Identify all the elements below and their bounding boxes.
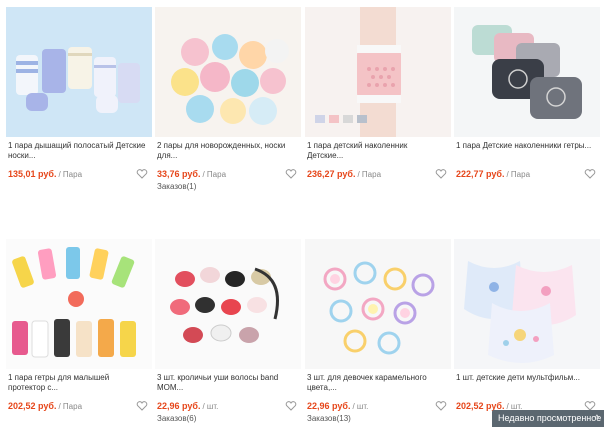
price-value: 236,27 руб. — [307, 169, 356, 179]
product-title[interactable]: 3 шт. для девочек карамельного цвета,... — [307, 373, 445, 393]
bibs-image[interactable] — [454, 239, 600, 369]
product-title[interactable]: 1 шт. детские дети мультфильм... — [456, 373, 594, 393]
price-value: 33,76 руб. — [157, 169, 201, 179]
heart-icon[interactable] — [435, 399, 447, 411]
price-unit: / Пара — [58, 402, 83, 411]
candy-hair-ties-image[interactable] — [305, 239, 451, 369]
candy-socks-image[interactable] — [155, 7, 301, 137]
product-title[interactable]: 1 пара Детские наколенники гетры... — [456, 141, 594, 161]
knee-pad-image[interactable] — [305, 7, 451, 137]
product-title[interactable]: 1 пара дышащий полосатый Детские носки..… — [8, 141, 146, 161]
product-title[interactable]: 1 пара гетры для малышей протектор с... — [8, 373, 146, 393]
price-unit: / шт. — [352, 402, 369, 411]
price-value: 202,52 руб. — [8, 401, 57, 411]
price-unit: / шт. — [202, 402, 219, 411]
product-price: 202,52 руб. / Пара — [8, 401, 82, 412]
heart-icon[interactable] — [285, 167, 297, 179]
price-unit: / Пара — [58, 170, 83, 179]
price-value: 22,96 руб. — [307, 401, 351, 411]
heart-icon[interactable] — [584, 167, 596, 179]
heart-icon[interactable] — [136, 399, 148, 411]
orders-count: Заказов(6) — [157, 414, 197, 423]
socks-image[interactable] — [6, 7, 152, 137]
price-value: 135,01 руб. — [8, 169, 57, 179]
heart-icon[interactable] — [435, 167, 447, 179]
price-value: 22,96 руб. — [157, 401, 201, 411]
product-price: 22,96 руб. / шт. — [157, 401, 218, 412]
price-value: 222,77 руб. — [456, 169, 505, 179]
product-price: 236,27 руб. / Пара — [307, 169, 381, 180]
product-price: 22,96 руб. / шт. — [307, 401, 368, 412]
product-title[interactable]: 3 шт. кроличьи уши волосы band MOM... — [157, 373, 295, 393]
orders-count: Заказов(1) — [157, 182, 197, 191]
leg-warmers-image[interactable] — [6, 239, 152, 369]
price-unit: / Пара — [506, 170, 531, 179]
product-title[interactable]: 1 пара детский наколенник Детские... — [307, 141, 445, 161]
heart-icon[interactable] — [285, 399, 297, 411]
product-price: 135,01 руб. / Пара — [8, 169, 82, 180]
price-unit: / Пара — [202, 170, 227, 179]
orders-count: Заказов(13) — [307, 414, 351, 423]
product-price: 222,77 руб. / Пара — [456, 169, 530, 180]
recently-viewed-label: Недавно просмотренное — [498, 413, 602, 423]
heart-icon[interactable] — [136, 167, 148, 179]
chevron-up-icon: ^ — [594, 413, 599, 423]
product-price: 33,76 руб. / Пара — [157, 169, 226, 180]
recently-viewed-bar[interactable]: Недавно просмотренное ^ — [492, 410, 604, 427]
product-grid: 1 пара дышащий полосатый Детские носки..… — [0, 0, 604, 427]
product-title[interactable]: 2 пары для новорожденных, носки для... — [157, 141, 295, 161]
knee-pads-set-image[interactable] — [454, 7, 600, 137]
bunny-hair-ties-image[interactable] — [155, 239, 301, 369]
price-unit: / Пара — [357, 170, 382, 179]
